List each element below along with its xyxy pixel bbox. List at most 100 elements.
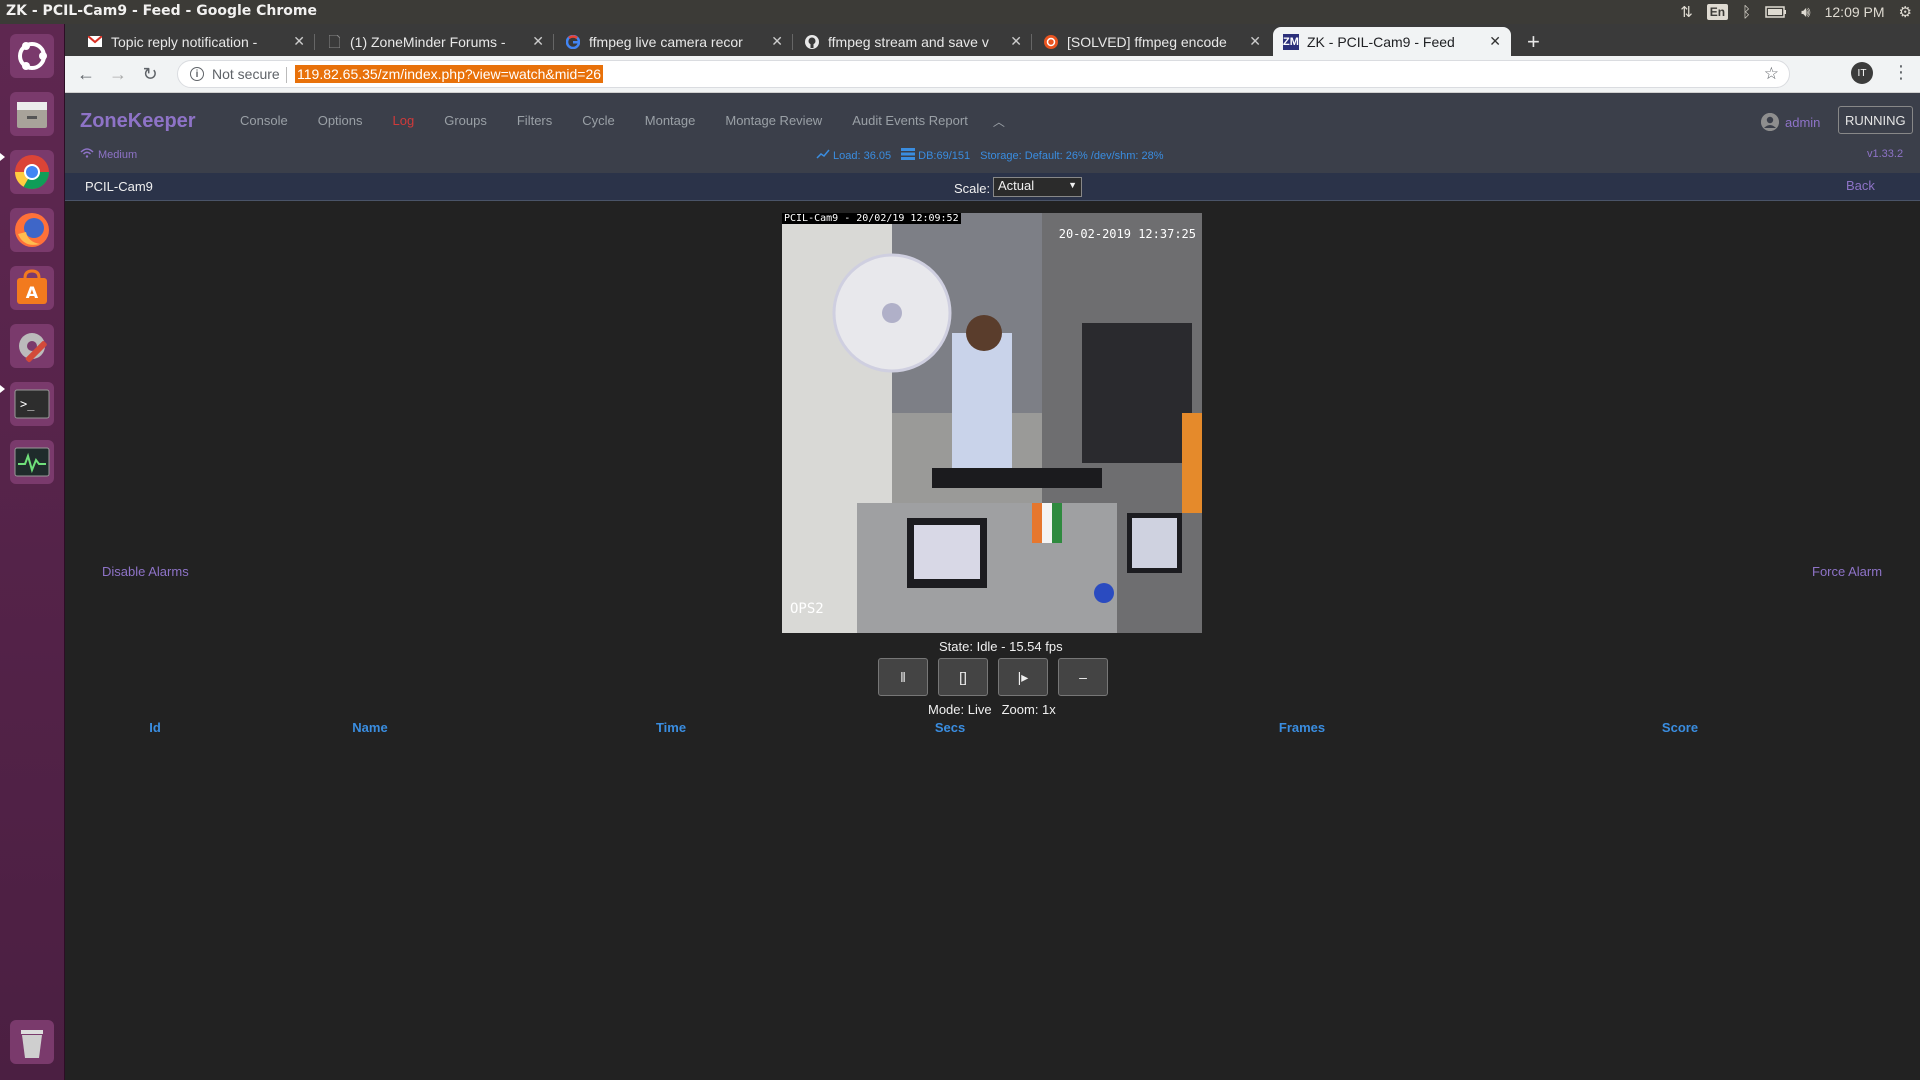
ubuntu-dash-icon[interactable] (8, 32, 56, 80)
run-state-button[interactable]: RUNNING (1838, 106, 1913, 134)
camera-scene (782, 213, 1202, 633)
tab-title: ffmpeg stream and save v (828, 33, 989, 50)
network-arrows-icon[interactable]: ⇅ (1680, 3, 1693, 21)
load-value: Load: 36.05 (833, 149, 892, 162)
tab-title: ZK - PCIL-Cam9 - Feed (1307, 33, 1455, 50)
google-icon (565, 34, 581, 50)
browser-tab-active[interactable]: ZM ZK - PCIL-Cam9 - Feed ✕ (1273, 27, 1511, 56)
software-center-icon[interactable]: A (8, 264, 56, 312)
camera-feed-image[interactable]: PCIL-Cam9 - 20/02/19 12:09:52 20-02-2019… (782, 213, 1202, 633)
menu-log[interactable]: Log (378, 113, 430, 130)
menu-kebab-icon[interactable]: ⋮ (1892, 62, 1910, 83)
back-link[interactable]: Back (1846, 178, 1875, 193)
back-arrow-icon[interactable]: ← (74, 62, 98, 86)
new-tab-button[interactable]: + (1527, 29, 1540, 55)
battery-icon[interactable] (1765, 6, 1787, 18)
menu-groups[interactable]: Groups (429, 113, 502, 130)
system-settings-icon[interactable] (8, 322, 56, 370)
db-value: DB:69/151 (918, 149, 971, 162)
close-icon[interactable]: ✕ (1010, 33, 1022, 50)
terminal-icon[interactable]: >_ (8, 380, 56, 428)
system-monitor-icon[interactable] (8, 438, 56, 486)
scale-select[interactable]: Actual ▼ (993, 177, 1082, 197)
files-icon[interactable] (8, 90, 56, 138)
tab-title: (1) ZoneMinder Forums - (350, 33, 506, 50)
browser-toolbar: ← → ↻ i Not secure 119.82.65.35/zm/index… (65, 56, 1920, 93)
trash-icon[interactable] (8, 1018, 56, 1066)
column-id[interactable]: Id (149, 720, 161, 735)
column-frames[interactable]: Frames (1279, 720, 1325, 735)
close-icon[interactable]: ✕ (532, 33, 544, 50)
keyboard-layout-indicator[interactable]: En (1706, 4, 1729, 20)
load-stat: Load: 36.05 (816, 149, 891, 162)
close-icon[interactable]: ✕ (1249, 33, 1261, 50)
close-icon[interactable]: ✕ (1489, 33, 1501, 50)
forward-arrow-icon[interactable]: → (106, 62, 130, 86)
browser-tab[interactable]: Topic reply notification - ✕ (77, 27, 315, 56)
menu-options[interactable]: Options (303, 113, 378, 130)
storage-value: Storage: Default: 26% /dev/shm: 28% (980, 149, 1164, 162)
events-table-header: Id Name Time Secs Frames Score (65, 720, 1920, 740)
zoom-out-button[interactable]: – (1058, 658, 1108, 696)
browser-tab[interactable]: [SOLVED] ffmpeg encode ✕ (1033, 27, 1271, 56)
reload-icon[interactable]: ↻ (138, 62, 162, 86)
address-bar[interactable]: i Not secure 119.82.65.35/zm/index.php?v… (177, 60, 1790, 88)
column-name[interactable]: Name (352, 720, 387, 735)
tab-title: Topic reply notification - (111, 33, 258, 50)
pause-button[interactable]: ‖ (878, 658, 928, 696)
caret-down-icon: ▼ (1068, 180, 1077, 190)
bookmark-star-icon[interactable]: ☆ (1764, 64, 1779, 84)
browser-tab[interactable]: ffmpeg live camera recor ✕ (555, 27, 793, 56)
column-secs[interactable]: Secs (935, 720, 965, 735)
url-text[interactable]: 119.82.65.35/zm/index.php?view=watch&mid… (295, 65, 604, 83)
tab-title: ffmpeg live camera recor (589, 33, 743, 50)
system-gear-icon[interactable]: ⚙ (1899, 3, 1912, 21)
close-icon[interactable]: ✕ (771, 33, 783, 50)
zm-icon: ZM (1283, 33, 1299, 50)
mode-label: Mode: Live (928, 702, 992, 717)
window-title: ZK - PCIL-Cam9 - Feed - Google Chrome (6, 3, 317, 19)
column-time[interactable]: Time (656, 720, 686, 735)
disable-alarms-link[interactable]: Disable Alarms (102, 564, 189, 579)
top-panel: ZK - PCIL-Cam9 - Feed - Google Chrome ⇅ … (0, 0, 1920, 24)
chrome-icon[interactable] (8, 148, 56, 196)
camera-label-overlay: OPS2 (790, 601, 824, 617)
menu-montage-review[interactable]: Montage Review (710, 113, 837, 130)
close-icon[interactable]: ✕ (293, 33, 305, 50)
browser-tab[interactable]: ffmpeg stream and save v ✕ (794, 27, 1032, 56)
brand-logo[interactable]: ZoneKeeper (80, 110, 196, 133)
play-button[interactable]: |▸ (998, 658, 1048, 696)
server-stats: Load: 36.05 DB:69/151 Storage: Default: … (816, 148, 1164, 163)
browser-tab[interactable]: (1) ZoneMinder Forums - ✕ (316, 27, 554, 56)
menu-console[interactable]: Console (225, 113, 303, 130)
version-label: v1.33.2 (1867, 148, 1904, 160)
volume-icon[interactable]: 🔊︎ (1801, 4, 1810, 21)
menu-filters[interactable]: Filters (502, 113, 567, 130)
info-icon[interactable]: i (190, 67, 204, 81)
firefox-icon[interactable] (8, 206, 56, 254)
ubuntu-icon (1043, 34, 1059, 50)
user-menu[interactable]: admin (1761, 113, 1820, 131)
stop-button[interactable]: [] (938, 658, 988, 696)
bandwidth-indicator[interactable]: Medium (80, 148, 137, 161)
menu-montage[interactable]: Montage (630, 113, 711, 130)
force-alarm-link[interactable]: Force Alarm (1812, 564, 1882, 579)
bluetooth-icon[interactable]: ᛒ (1742, 4, 1751, 21)
username[interactable]: admin (1785, 115, 1820, 130)
security-label[interactable]: Not secure (212, 66, 280, 82)
menu-audit-events-report[interactable]: Audit Events Report (837, 113, 983, 130)
launcher-active-indicator (0, 153, 5, 161)
monitor-name: PCIL-Cam9 (85, 179, 153, 194)
scale-label: Scale: (954, 181, 991, 196)
unity-launcher: A >_ (0, 24, 65, 1080)
profile-avatar[interactable]: IT (1851, 62, 1873, 84)
chevron-up-icon[interactable]: ︿ (983, 113, 1015, 130)
launcher-active-indicator (0, 385, 5, 393)
bandwidth-label[interactable]: Medium (98, 149, 137, 161)
column-score[interactable]: Score (1662, 720, 1698, 735)
database-icon (901, 148, 916, 163)
clock[interactable]: 12:09 PM (1825, 4, 1885, 20)
menu-cycle[interactable]: Cycle (567, 113, 630, 130)
svg-text:>_: >_ (20, 397, 35, 411)
wifi-icon (80, 148, 94, 161)
